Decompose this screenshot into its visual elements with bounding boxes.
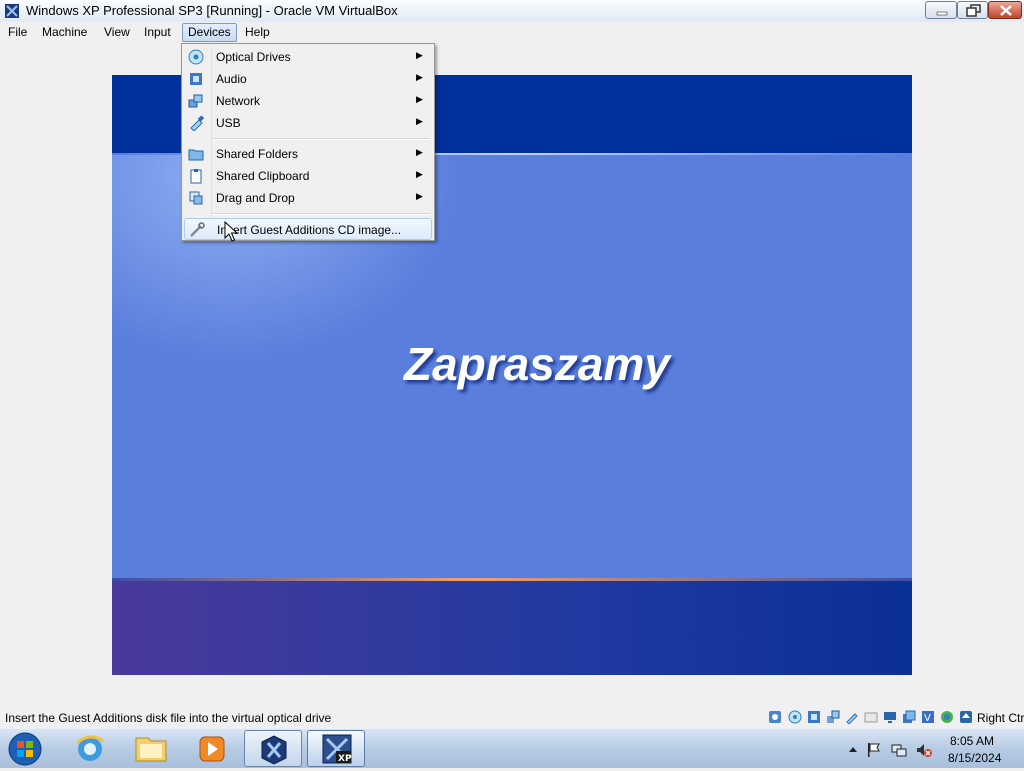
menu-item-optical-drives[interactable]: Optical Drives ▶ [184,46,432,68]
submenu-arrow-icon: ▶ [416,50,423,60]
windows-xp-vm-icon: XP [322,734,352,764]
media-player-icon [199,736,225,762]
menu-item-shared-clipboard[interactable]: Shared Clipboard ▶ [184,165,432,187]
menu-item-shared-folders[interactable]: Shared Folders ▶ [184,143,432,165]
menu-item-usb[interactable]: USB ▶ [184,112,432,134]
clipboard-icon [190,169,202,184]
guest-additions-icon [190,222,205,237]
start-button[interactable] [5,731,45,767]
submenu-arrow-icon: ▶ [416,169,423,179]
submenu-arrow-icon: ▶ [416,191,423,201]
title-bar: Windows XP Professional SP3 [Running] - … [0,0,1024,23]
usb-icon [190,115,204,131]
menu-item-label: Drag and Drop [216,191,295,205]
action-center-flag-icon[interactable] [866,742,882,758]
menu-item-network[interactable]: Network ▶ [184,90,432,112]
restore-button[interactable] [957,1,988,19]
status-bar: Insert the Guest Additions disk file int… [0,707,1024,728]
hard-disk-status-icon[interactable] [768,710,782,724]
svg-text:V: V [924,713,931,724]
close-icon [1000,5,1012,16]
devices-menu: Optical Drives ▶ Audio ▶ Network ▶ USB ▶… [181,43,435,241]
taskbar-ie-button[interactable] [61,730,119,767]
menu-machine[interactable]: Machine [39,25,90,40]
submenu-arrow-icon: ▶ [416,72,423,82]
taskbar-virtualbox-manager-button[interactable] [244,730,302,767]
guest-additions-status-icon[interactable] [940,710,954,724]
drag-drop-icon [189,191,203,205]
guest-bottom-band [112,581,912,675]
optical-drive-status-icon[interactable] [788,710,802,724]
mouse-cursor-icon [224,221,239,242]
submenu-arrow-icon: ▶ [416,116,423,126]
close-button[interactable] [988,1,1022,19]
menu-item-audio[interactable]: Audio ▶ [184,68,432,90]
show-hidden-icons-arrow-icon[interactable] [845,742,861,758]
menu-item-label: Network [216,94,261,108]
network-status-icon[interactable] [826,710,840,724]
submenu-arrow-icon: ▶ [416,147,423,157]
host-key-label: Right Ctrl [977,711,1024,725]
menu-item-label: Optical Drives [216,50,291,64]
menu-item-label: Shared Folders [216,147,299,161]
restore-icon [966,4,981,17]
taskbar-vm-window-button[interactable]: XP [307,730,365,767]
virtualbox-icon [261,735,287,765]
menu-item-insert-guest-additions[interactable]: Insert Guest Additions CD image... [184,218,432,240]
menu-help[interactable]: Help [242,25,273,40]
shared-folder-icon [188,149,204,161]
minimize-button[interactable] [925,1,957,19]
taskbar: XP 8:05 AM 8/15/2024 [0,728,1024,768]
menu-item-label: Shared Clipboard [216,169,310,183]
menu-devices[interactable]: Devices [182,23,237,42]
svg-text:XP: XP [338,754,352,764]
menu-input[interactable]: Input [141,25,174,40]
internet-explorer-icon [76,735,104,761]
menu-bar: File Machine View Input Devices Help [0,22,1024,43]
clock-date[interactable]: 8/15/2024 [948,751,1001,765]
taskbar-explorer-button[interactable] [122,730,180,767]
folder-icon [135,737,167,762]
usb-status-icon[interactable] [845,710,859,724]
optical-disc-icon [188,49,204,65]
minimize-icon [936,11,948,16]
menu-item-label: Audio [216,72,247,86]
mouse-integration-status-icon[interactable] [959,710,973,724]
shared-folder-status-icon[interactable] [864,710,878,724]
audio-icon [190,73,202,85]
taskbar-media-player-button[interactable] [183,730,241,767]
volume-muted-icon[interactable] [916,742,932,758]
virtualbox-app-icon[interactable] [4,3,20,19]
menu-view[interactable]: View [101,25,133,40]
menu-separator [212,138,430,140]
network-icon [188,94,203,108]
menu-file[interactable]: File [5,25,30,40]
vt-x-status-icon[interactable]: V [921,710,935,724]
menu-item-drag-and-drop[interactable]: Drag and Drop ▶ [184,187,432,209]
submenu-arrow-icon: ▶ [416,94,423,104]
welcome-text: Zapraszamy [404,338,670,390]
clock-time[interactable]: 8:05 AM [950,734,994,748]
menu-item-label: Insert Guest Additions CD image... [217,223,402,237]
menu-item-label: USB [216,116,241,130]
status-message: Insert the Guest Additions disk file int… [5,711,332,725]
network-tray-icon[interactable] [891,742,907,758]
window-title: Windows XP Professional SP3 [Running] - … [26,3,398,18]
display-status-icon[interactable] [883,710,897,724]
audio-status-icon[interactable] [807,710,821,724]
menu-separator [212,213,430,215]
recording-status-icon[interactable] [902,710,916,724]
